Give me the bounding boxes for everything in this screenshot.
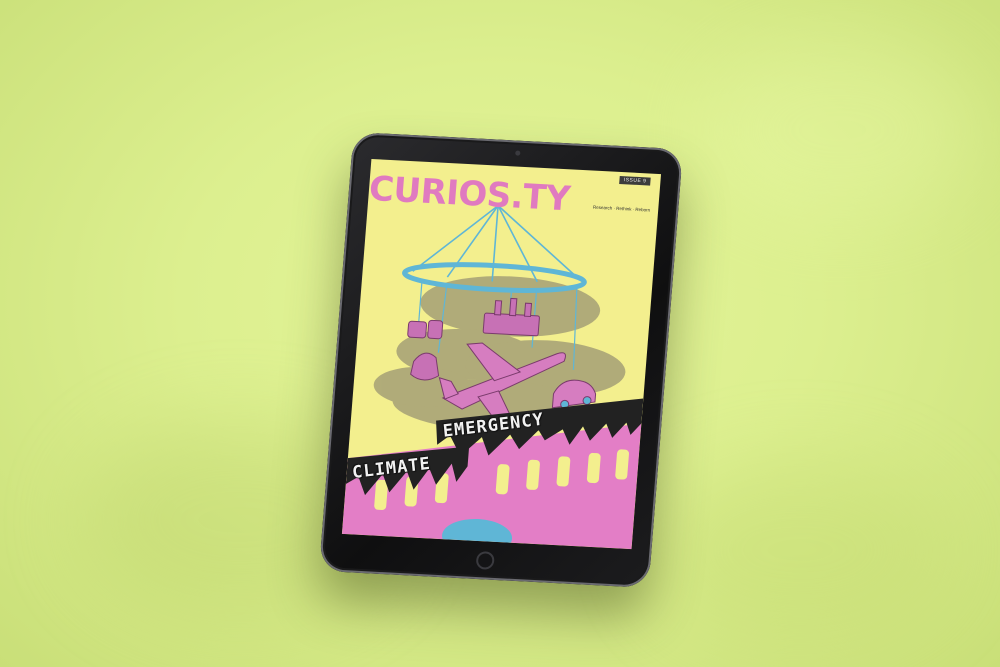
background-haze-3 <box>650 460 950 640</box>
tablet-screen[interactable]: ISSUE 9 CURIOS.TY Research · Rethink · R… <box>341 158 662 550</box>
tablet-device: ISSUE 9 CURIOS.TY Research · Rethink · R… <box>318 131 684 589</box>
cups <box>407 319 444 340</box>
issue-tag: ISSUE 9 <box>619 175 651 186</box>
camera-icon <box>515 150 521 156</box>
home-button-icon[interactable] <box>475 551 495 570</box>
background-haze-2 <box>700 40 980 220</box>
tablet-frame: ISSUE 9 CURIOS.TY Research · Rethink · R… <box>318 131 684 589</box>
cover-illustration <box>341 205 644 550</box>
